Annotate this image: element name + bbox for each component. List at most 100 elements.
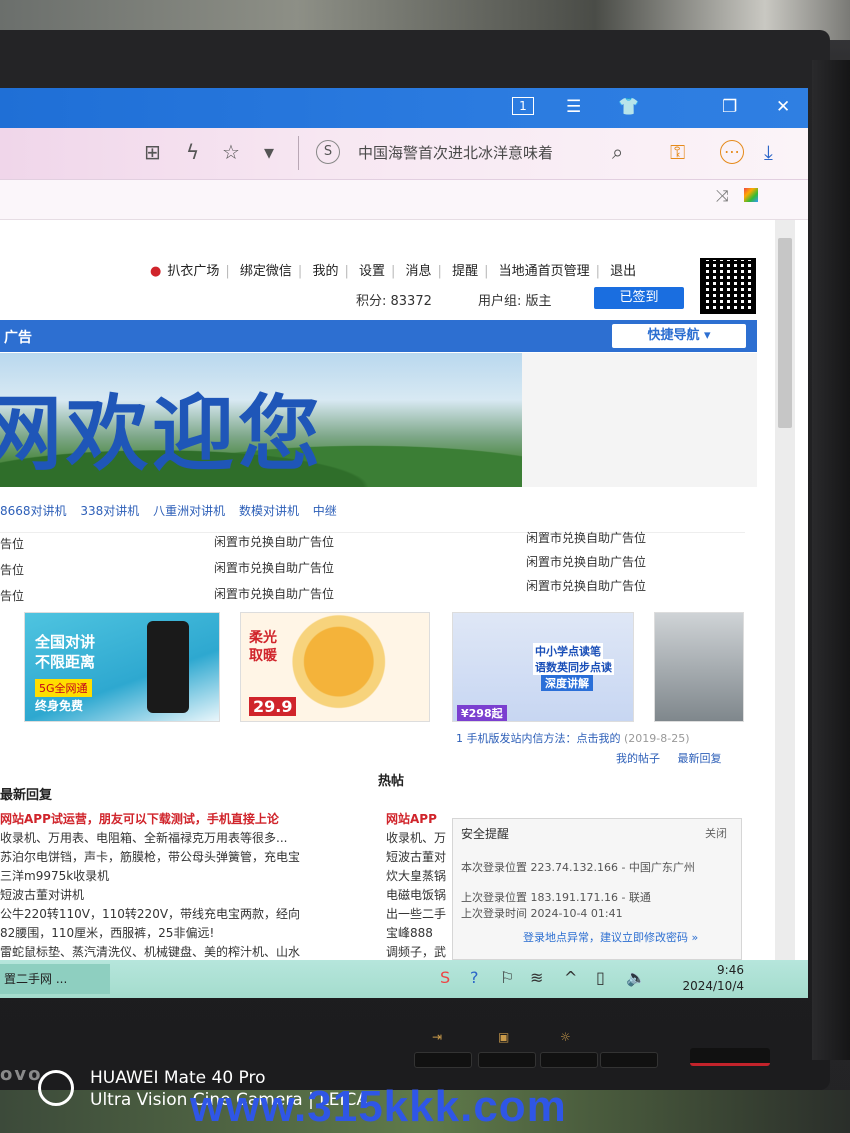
mobile-tip-date: (2019-8-25) <box>624 732 690 745</box>
tab-count-badge[interactable]: 1 <box>512 97 534 115</box>
tag-links: 8668对讲机 338对讲机 八重洲对讲机 数模对讲机 中继 <box>0 502 347 519</box>
monitor-power-button[interactable] <box>690 1048 770 1066</box>
more-icon[interactable]: ⋯ <box>720 140 744 164</box>
monitor-brand: ovo <box>0 1064 43 1085</box>
this-login-location: 本次登录位置 223.74.132.166 - 中国广东广州 <box>461 861 695 874</box>
photo-frame: 1 ☰ 👕 ❐ ✕ ⊞ ϟ ☆ ▾ S 中国海警首次进北冰洋意味着 ⌕ ⚿ ⋯ … <box>0 0 850 1133</box>
apps-icon[interactable] <box>744 188 758 202</box>
volume-icon[interactable]: 🔈 <box>626 968 646 988</box>
ad-badge: 5G全网通 <box>35 679 92 697</box>
tag-link[interactable]: 338对讲机 <box>80 504 139 518</box>
taskbar-clock[interactable]: 9:46 2024/10/4 <box>664 962 744 994</box>
list-item[interactable]: 宝峰888 <box>386 924 452 943</box>
messages-link[interactable]: 消息 <box>406 264 432 279</box>
ad-slot[interactable]: 闲置市兑换自助广告位 <box>526 577 646 594</box>
search-icon[interactable]: ⌕ <box>612 140 623 164</box>
ad-title: 全国对讲 <box>35 633 96 651</box>
tag-link[interactable]: 数模对讲机 <box>239 504 299 518</box>
address-bar-input[interactable]: 中国海警首次进北冰洋意味着 <box>358 142 598 163</box>
my-posts-link[interactable]: 我的帖子 <box>616 752 660 765</box>
list-item[interactable]: 网站APP <box>386 810 452 829</box>
my-menu-link[interactable]: 我的 <box>312 264 338 279</box>
taskbar-browser-item[interactable]: 置二手网 ... <box>0 964 110 994</box>
restore-icon[interactable]: ❐ <box>722 97 737 117</box>
heater-ad[interactable]: 柔光 取暖 29.9 <box>240 612 430 722</box>
ad-thumbnails: 全国对讲 不限距离 5G全网通 终身免费 柔光 取暖 29.9 中小学点读笔 语… <box>0 612 745 724</box>
ad-slot-grid: 告位 告位 告位 闲置市兑换自助广告位 闲置市兑换自助广告位 闲置市兑换自助广告… <box>0 529 745 612</box>
list-item[interactable]: 收录机、万 <box>386 829 452 848</box>
ad-slot[interactable]: 闲置市兑换自助广告位 <box>214 559 334 576</box>
settings-link[interactable]: 设置 <box>359 264 385 279</box>
list-item[interactable]: 公牛220转110V，110转220V，带线充电宝两款，经向 <box>0 905 380 924</box>
clock-date: 2024/10/4 <box>682 979 744 993</box>
list-item[interactable]: 网站APP试运营，朋友可以下载测试，手机直接上论 <box>0 810 380 829</box>
download-icon[interactable]: ⤓ <box>764 140 773 164</box>
list-item[interactable]: 苏泊尔电饼铛，声卡，筋膜枪，带公母头弹簧管，充电宝 <box>0 848 380 867</box>
latest-reply-link[interactable]: 最新回复 <box>678 752 722 765</box>
close-icon[interactable]: ✕ <box>776 97 790 117</box>
monitor-screen: 1 ☰ 👕 ❐ ✕ ⊞ ϟ ☆ ▾ S 中国海警首次进北冰洋意味着 ⌕ ⚿ ⋯ … <box>0 88 808 998</box>
list-item[interactable]: 出一些二手 <box>386 905 452 924</box>
sogou-search-icon[interactable]: S <box>316 140 340 164</box>
chevron-up-icon[interactable]: ^ <box>564 968 577 988</box>
list-item[interactable]: 三洋m9975k收录机 <box>0 867 380 886</box>
list-item[interactable]: 电磁电饭锅 <box>386 886 452 905</box>
key-icon[interactable]: ⚿ <box>670 140 685 164</box>
skin-icon[interactable]: 👕 <box>618 97 639 117</box>
sogou-ime-icon[interactable]: S <box>440 968 450 988</box>
monitor-button[interactable] <box>414 1052 472 1068</box>
radio-device-image <box>147 621 189 713</box>
list-item[interactable]: 收录机、万用表、电阻箱、全新福禄克万用表等很多... <box>0 829 380 848</box>
menu-icon[interactable]: ☰ <box>566 97 581 117</box>
ad-line: 深度讲解 <box>541 675 593 691</box>
security-alert-close-button[interactable]: 关闭 <box>705 825 727 841</box>
scrollbar-thumb[interactable] <box>778 238 792 428</box>
lightning-icon[interactable]: ϟ <box>186 140 199 164</box>
list-item[interactable]: 炊大皇蒸锅 <box>386 867 452 886</box>
qr-code-icon[interactable]: ⊞ <box>144 140 161 164</box>
monitor-button[interactable] <box>540 1052 598 1068</box>
quick-nav-button[interactable]: 快捷导航 ▾ <box>612 324 746 348</box>
monitor-button[interactable] <box>600 1052 658 1068</box>
device-ad[interactable] <box>654 612 744 722</box>
hot-posts-list: 网站APP 收录机、万 短波古董对 炊大皇蒸锅 电磁电饭锅 出一些二手 宝峰88… <box>386 810 452 962</box>
ad-slot[interactable]: 告位 <box>0 587 24 604</box>
monitor-button[interactable] <box>478 1052 536 1068</box>
vertical-scrollbar[interactable] <box>775 220 795 960</box>
security-alert-title: 安全提醒 <box>461 827 510 841</box>
network-icon[interactable]: ⚐ <box>500 968 514 988</box>
shuffle-icon[interactable]: ⤨ <box>716 186 729 206</box>
star-icon[interactable]: ☆ <box>222 140 240 164</box>
ad-slot[interactable]: 告位 <box>0 535 24 552</box>
remind-link[interactable]: 提醒 <box>452 264 478 279</box>
nav-label[interactable]: 广告 <box>4 327 32 347</box>
wifi-icon[interactable]: ≋ <box>530 968 543 988</box>
walkie-talkie-ad[interactable]: 全国对讲 不限距离 5G全网通 终身免费 <box>24 612 220 722</box>
bind-wechat-link[interactable]: 绑定微信 <box>240 264 292 279</box>
tag-link[interactable]: 8668对讲机 <box>0 504 67 518</box>
signed-in-button[interactable]: 已签到 <box>594 287 684 309</box>
reading-pen-ad[interactable]: 中小学点读笔 语数英同步点读 深度讲解 ¥298起 <box>452 612 634 722</box>
ad-slot[interactable]: 闲置市兑换自助广告位 <box>526 529 646 546</box>
change-password-link[interactable]: 登录地点异常，建议立即修改密码 » <box>523 929 698 945</box>
site-watermark: www.315kkk.com <box>190 1082 567 1131</box>
last-login-time: 上次登录时间 2024-10-4 01:41 <box>461 907 623 920</box>
side-links: 我的帖子 最新回复 <box>616 750 722 766</box>
list-item[interactable]: 短波古董对 <box>386 848 452 867</box>
points-label[interactable]: 积分: 83372 <box>356 294 432 309</box>
list-item[interactable]: 短波古董对讲机 <box>0 886 380 905</box>
ad-slot[interactable]: 闲置市兑换自助广告位 <box>526 553 646 570</box>
ad-slot[interactable]: 闲置市兑换自助广告位 <box>214 533 334 550</box>
logout-link[interactable]: 退出 <box>610 264 636 279</box>
tag-link[interactable]: 八重洲对讲机 <box>153 504 225 518</box>
flea-market-link[interactable]: 扒衣广场 <box>167 264 219 279</box>
mobile-tip-link[interactable]: 1 手机版发站内信方法：点击我的 <box>456 732 621 745</box>
tag-link[interactable]: 中继 <box>313 504 337 518</box>
list-item[interactable]: 82腰围，110厘米，西服裤，25非偏远! <box>0 924 380 943</box>
battery-icon[interactable]: ▯ <box>596 968 605 988</box>
chevron-down-icon[interactable]: ▾ <box>264 140 274 164</box>
ad-slot[interactable]: 闲置市兑换自助广告位 <box>214 585 334 602</box>
local-admin-link[interactable]: 当地通首页管理 <box>499 264 590 279</box>
ad-slot[interactable]: 告位 <box>0 561 24 578</box>
help-icon[interactable]: ? <box>470 968 479 988</box>
